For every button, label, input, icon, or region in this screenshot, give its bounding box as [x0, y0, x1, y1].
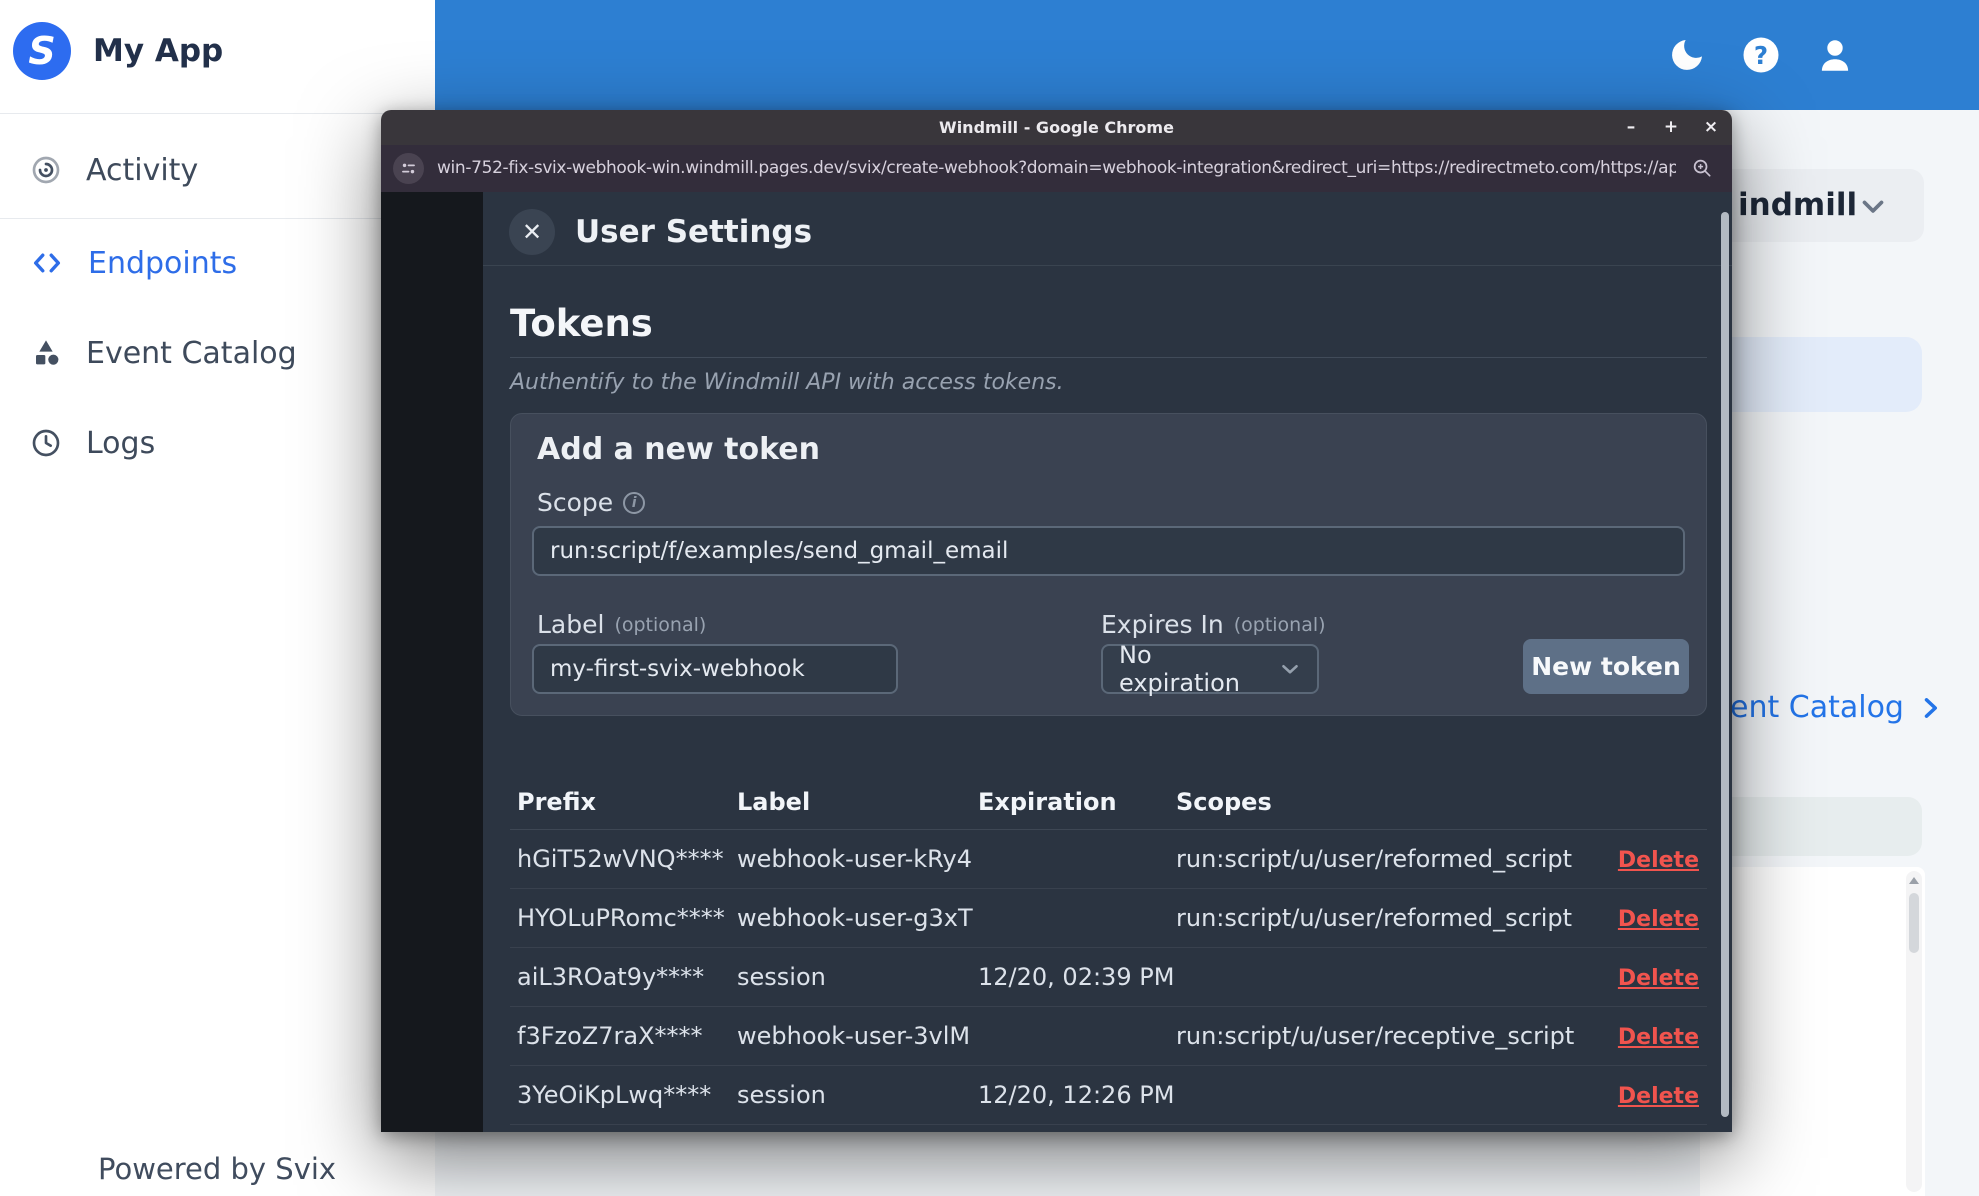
svg-text:?: ?: [1754, 41, 1768, 70]
background-scrollbar[interactable]: [1906, 871, 1922, 1192]
delete-token-link[interactable]: Delete: [1618, 848, 1699, 873]
scrollbar-thumb: [1909, 893, 1919, 953]
table-row: f3FzoZ7raX**** webhook-user-3vlM run:scr…: [510, 1007, 1707, 1066]
app-name: My App: [93, 33, 224, 69]
cell-expiration: 12/20, 02:39 PM: [978, 963, 1175, 991]
divider: [0, 218, 435, 219]
address-bar[interactable]: win-752-fix-svix-webhook-win.windmill.pa…: [381, 145, 1732, 192]
cell-scopes: run:script/u/user/reformed_script: [1176, 845, 1573, 873]
info-icon[interactable]: i: [623, 491, 646, 514]
table-row: hGiT52wVNQ**** webhook-user-kRy4 run:scr…: [510, 830, 1707, 889]
delete-token-link[interactable]: Delete: [1618, 907, 1699, 932]
site-settings-icon: [399, 159, 418, 178]
chrome-window: Windmill - Google Chrome – + × win-752-f…: [381, 110, 1732, 1132]
drawer-title: User Settings: [575, 214, 813, 250]
close-drawer-button[interactable]: ✕: [509, 209, 555, 255]
activity-icon: [30, 154, 62, 186]
site-settings-button[interactable]: [393, 153, 424, 184]
maximize-button[interactable]: +: [1662, 119, 1680, 136]
chevron-right-icon: [1916, 694, 1944, 722]
user-settings-drawer: ✕ User Settings Tokens Authentify to the…: [483, 192, 1732, 1132]
workspace-label: indmill: [1738, 187, 1858, 223]
new-token-button[interactable]: New token: [1523, 639, 1689, 694]
delete-token-link[interactable]: Delete: [1618, 1025, 1699, 1050]
cell-label: session: [737, 1081, 826, 1109]
delete-token-link[interactable]: Delete: [1618, 1084, 1699, 1109]
url-field[interactable]: win-752-fix-svix-webhook-win.windmill.pa…: [437, 145, 1676, 192]
col-label: Label: [737, 788, 811, 816]
window-title: Windmill - Google Chrome: [939, 118, 1174, 137]
cell-scopes: run:script/u/user/receptive_script: [1176, 1022, 1575, 1050]
cell-prefix: f3FzoZ7raX****: [517, 1022, 703, 1050]
cell-label: webhook-user-kRy4: [737, 845, 972, 873]
sidebar-item-label: Endpoints: [88, 245, 238, 281]
sidebar-item-label: Logs: [86, 425, 156, 461]
sidebar-item-event-catalog[interactable]: Event Catalog: [30, 333, 297, 373]
label-input[interactable]: my-first-svix-webhook: [532, 644, 898, 694]
cell-label: session: [737, 963, 826, 991]
cell-prefix: HYOLuPRomc****: [517, 904, 725, 932]
sidebar-item-logs[interactable]: Logs: [30, 423, 155, 463]
chevron-down-icon: [1856, 189, 1890, 223]
divider: [483, 265, 1732, 266]
table-row: aiL3ROat9y**** session 12/20, 02:39 PM D…: [510, 948, 1707, 1007]
cell-scopes: run:script/u/user/reformed_script: [1176, 904, 1573, 932]
table-row: HYOLuPRomc**** webhook-user-g3xT run:scr…: [510, 889, 1707, 948]
add-token-card: Add a new token Scope i run:script/f/exa…: [510, 413, 1707, 716]
expiration-select[interactable]: No expiration: [1101, 641, 1319, 697]
label-label: Label (optional): [537, 610, 707, 639]
close-icon: ✕: [521, 218, 543, 246]
col-prefix: Prefix: [517, 788, 596, 816]
cell-expiration: 12/20, 12:26 PM: [978, 1081, 1175, 1109]
sidebar: S My App Activity Endpoints Event Catalo…: [0, 0, 435, 1196]
table-row: 3YeOiKpLwq**** session 12/20, 12:26 PM D…: [510, 1066, 1707, 1125]
powered-by-svix: Powered by Svix: [98, 1152, 337, 1186]
divider: [0, 113, 435, 114]
help-button[interactable]: ?: [1739, 33, 1783, 77]
cell-prefix: hGiT52wVNQ****: [517, 845, 724, 873]
cell-label: webhook-user-3vlM: [737, 1022, 971, 1050]
modal-backdrop[interactable]: [381, 192, 483, 1132]
tokens-subtitle: Authentify to the Windmill API with acce…: [510, 370, 1064, 395]
cell-prefix: aiL3ROat9y****: [517, 963, 705, 991]
close-button[interactable]: ×: [1702, 119, 1720, 136]
app-header: ?: [435, 0, 1979, 110]
sidebar-item-label: Event Catalog: [86, 335, 297, 371]
scope-label: Scope i: [537, 488, 646, 517]
dark-mode-toggle[interactable]: [1665, 33, 1709, 77]
zoom-icon[interactable]: [1691, 157, 1714, 180]
delete-token-link[interactable]: Delete: [1618, 966, 1699, 991]
svix-logo-icon: S: [13, 22, 71, 80]
background-panel: [1700, 867, 1925, 1196]
scroll-up-arrow-icon: [1909, 877, 1919, 884]
expires-in-label: Expires In (optional): [1101, 610, 1326, 639]
table-header: Prefix Label Expiration Scopes: [510, 775, 1707, 830]
add-token-title: Add a new token: [537, 432, 820, 467]
endpoints-icon: [30, 246, 64, 280]
account-button[interactable]: [1813, 33, 1857, 77]
tokens-table: Prefix Label Expiration Scopes hGiT52wVN…: [510, 775, 1707, 1125]
browser-viewport: ✕ User Settings Tokens Authentify to the…: [381, 192, 1732, 1132]
sidebar-item-label: Activity: [86, 152, 199, 188]
moon-icon: [1667, 35, 1707, 75]
app-brand: S My App: [13, 22, 223, 80]
cell-prefix: 3YeOiKpLwq****: [517, 1081, 712, 1109]
tokens-heading: Tokens: [510, 302, 1707, 358]
col-expiration: Expiration: [978, 788, 1117, 816]
cell-label: webhook-user-g3xT: [737, 904, 973, 932]
sidebar-item-endpoints[interactable]: Endpoints: [30, 243, 237, 283]
scope-input[interactable]: run:script/f/examples/send_gmail_email: [532, 526, 1685, 576]
event-catalog-icon: [30, 337, 62, 369]
event-catalog-link[interactable]: ent Catalog: [1730, 690, 1944, 725]
window-titlebar[interactable]: Windmill - Google Chrome – + ×: [381, 110, 1732, 145]
help-icon: ?: [1740, 34, 1782, 76]
logs-icon: [30, 427, 62, 459]
screen: ? indmill ent Catalog S My App Activity …: [0, 0, 1979, 1196]
chevron-down-icon: [1277, 656, 1303, 682]
col-scopes: Scopes: [1176, 788, 1272, 816]
sidebar-item-activity[interactable]: Activity: [30, 150, 198, 190]
minimize-button[interactable]: –: [1622, 119, 1640, 136]
drawer-scrollbar[interactable]: [1721, 212, 1729, 1117]
user-icon: [1814, 34, 1856, 76]
